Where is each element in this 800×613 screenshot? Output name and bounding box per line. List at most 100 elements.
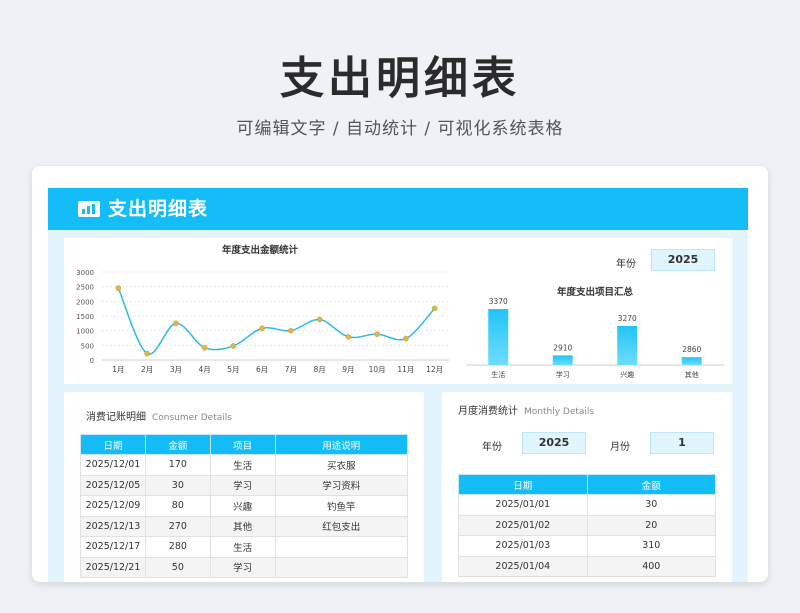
hero-title: 支出明细表 <box>280 53 520 104</box>
consumer-header-3: 用途说明 <box>274 434 408 455</box>
table-cell[interactable] <box>274 556 408 578</box>
y-tick-label: 3000 <box>76 269 94 277</box>
y-tick-label: 1500 <box>76 313 94 321</box>
table-cell[interactable]: 30 <box>586 494 717 516</box>
bar-value-label: 2860 <box>682 345 701 354</box>
x-tick-label: 11月 <box>397 365 414 374</box>
line-point <box>288 327 294 334</box>
monthly-year-label: 年份 <box>482 442 502 453</box>
table-cell[interactable]: 400 <box>586 555 717 577</box>
table-cell[interactable]: 30 <box>144 474 211 496</box>
sheet-header: 支出明细表 <box>48 188 748 230</box>
table-row: 2025/01/01 30 <box>458 494 717 516</box>
line-point <box>144 350 150 357</box>
x-tick-label: 6月 <box>256 365 268 374</box>
table-cell[interactable]: 2025/12/17 <box>80 536 146 558</box>
table-cell[interactable]: 50 <box>144 556 211 578</box>
table-cell[interactable] <box>274 536 408 558</box>
year-selector[interactable]: 2025 <box>651 249 715 271</box>
consumer-title: 消费记账明细 <box>86 412 146 423</box>
hero-subtitle: 可编辑文字 / 自动统计 / 可视化系统表格 <box>236 119 564 139</box>
monthly-month-selector[interactable]: 1 <box>650 432 714 454</box>
table-cell[interactable]: 其他 <box>209 515 276 537</box>
table-cell[interactable]: 2025/12/21 <box>80 556 146 578</box>
table-row: 2025/01/03 310 <box>458 535 717 557</box>
line-point <box>431 305 438 312</box>
line-point <box>345 333 352 340</box>
monthly-header-0: 日期 <box>458 474 588 495</box>
line-point <box>201 344 208 351</box>
table-cell[interactable]: 红包支出 <box>274 515 408 537</box>
consumer-details-heading: 消费记账明细 Consumer Details <box>86 408 232 423</box>
table-cell[interactable]: 2025/01/01 <box>458 494 588 516</box>
line-point <box>374 331 380 338</box>
table-row: 2025/01/04 400 <box>458 555 717 577</box>
table-cell[interactable]: 2025/01/02 <box>458 514 588 536</box>
sheet-title: 支出明细表 <box>108 198 209 220</box>
chart-icon <box>78 201 100 217</box>
bar-category-label: 其他 <box>685 370 699 379</box>
x-tick-label: 2月 <box>141 365 153 374</box>
x-tick-label: 12月 <box>426 365 443 374</box>
line-point <box>115 285 122 291</box>
bar <box>488 309 509 365</box>
chart-panel: 年度支出金额统计 3000 2500 2000 1500 1000 500 0 1月 2月 3月 4月… <box>64 238 732 384</box>
table-cell[interactable]: 20 <box>586 514 717 536</box>
table-cell[interactable]: 2025/01/03 <box>458 535 588 557</box>
table-cell[interactable]: 2025/12/13 <box>80 515 146 537</box>
consumer-table: 日期 金额 项目 用途说明 2025/12/01 170 生活 买衣服 2025/12/05 3… <box>80 434 408 578</box>
bar <box>552 355 573 365</box>
x-tick-label: 8月 <box>313 365 325 374</box>
table-row: 2025/12/01 170 生活 买衣服 <box>80 454 408 476</box>
table-cell[interactable]: 买衣服 <box>274 454 408 476</box>
table-cell[interactable]: 80 <box>144 495 211 517</box>
table-cell[interactable]: 学习资料 <box>274 474 408 496</box>
table-row: 2025/12/17 280 生活 <box>80 536 408 558</box>
table-cell[interactable]: 2025/12/09 <box>80 495 146 517</box>
table-cell[interactable]: 270 <box>144 515 211 537</box>
monthly-month-label: 月份 <box>610 442 630 453</box>
y-tick-label: 2000 <box>76 298 94 306</box>
table-cell[interactable]: 生活 <box>209 454 276 476</box>
bar-value-label: 3370 <box>489 297 508 306</box>
table-row: 2025/12/21 50 学习 <box>80 556 408 578</box>
x-tick-label: 7月 <box>285 365 297 374</box>
table-cell[interactable]: 学习 <box>209 474 276 496</box>
x-tick-label: 5月 <box>227 365 239 374</box>
table-cell[interactable]: 2025/12/01 <box>80 454 146 476</box>
table-cell[interactable]: 兴趣 <box>209 495 276 517</box>
line-series <box>117 287 436 355</box>
consumer-header-2: 项目 <box>209 434 276 455</box>
bar-value-label: 3270 <box>618 314 637 323</box>
consumer-title-en: Consumer Details <box>152 413 232 423</box>
spreadsheet: 支出明细表 年度支出金额统计 3000 2500 2000 1500 1000 500 0 1月… <box>48 188 748 582</box>
table-cell[interactable]: 学习 <box>209 556 276 578</box>
bar-chart-title: 年度支出项目汇总 <box>557 286 634 298</box>
monthly-year-selector[interactable]: 2025 <box>522 432 586 454</box>
table-cell[interactable]: 生活 <box>209 536 276 558</box>
y-tick-label: 0 <box>90 357 94 365</box>
y-tick-label: 500 <box>81 342 94 350</box>
consumer-header-0: 日期 <box>80 434 146 455</box>
x-tick-label: 1月 <box>112 365 124 374</box>
monthly-details-panel: 月度消费统计 Monthly Details 年份 2025 月份 1 日期 金额 … <box>442 392 732 582</box>
table-cell[interactable]: 2025/01/04 <box>458 555 588 577</box>
monthly-header-1: 金额 <box>586 474 717 495</box>
line-point <box>173 320 179 327</box>
y-tick-label: 2500 <box>76 284 94 292</box>
bar-category-label: 兴趣 <box>620 370 634 379</box>
table-cell[interactable]: 280 <box>144 536 211 558</box>
table-cell[interactable]: 170 <box>144 454 211 476</box>
table-cell[interactable]: 2025/12/05 <box>80 474 146 496</box>
preview-card: 支出明细表 年度支出金额统计 3000 2500 2000 1500 1000 500 0 1月… <box>32 166 768 582</box>
monthly-details-heading: 月度消费统计 Monthly Details <box>458 402 594 417</box>
table-row: 2025/12/13 270 其他 红包支出 <box>80 515 408 537</box>
consumer-header-1: 金额 <box>144 434 211 455</box>
table-cell[interactable]: 310 <box>586 535 717 557</box>
table-cell[interactable]: 钓鱼竿 <box>274 495 408 517</box>
consumer-details-panel: 消费记账明细 Consumer Details 日期 金额 项目 用途说明 2025/1… <box>64 392 424 582</box>
table-row: 2025/12/09 80 兴趣 钓鱼竿 <box>80 495 408 517</box>
line-point <box>230 343 237 349</box>
bar-value-label: 2910 <box>553 343 572 352</box>
y-tick-label: 1000 <box>76 328 94 336</box>
